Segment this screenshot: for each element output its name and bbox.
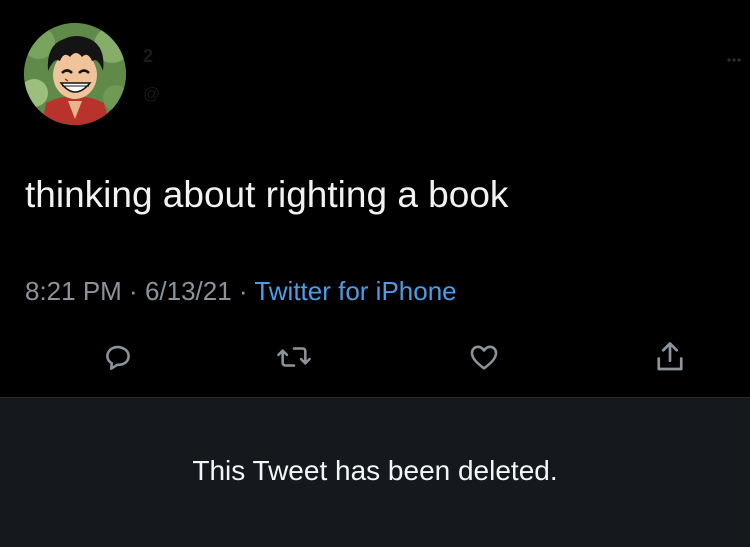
meta-separator: · [121, 276, 145, 306]
ellipsis-icon[interactable] [726, 50, 742, 62]
retweet-icon [277, 347, 311, 367]
avatar-image [24, 23, 126, 125]
tweet-card: 2 @ thinking about righting a book 8:21 … [0, 0, 750, 397]
author-name[interactable]: 2 [143, 46, 403, 66]
heart-icon [470, 345, 498, 370]
tweet-text: thinking about righting a book [25, 174, 509, 215]
meta-separator: · [231, 276, 255, 306]
avatar[interactable] [24, 23, 126, 125]
reply-icon [106, 345, 130, 370]
share-button[interactable] [650, 337, 690, 377]
deleted-tweet-message: This Tweet has been deleted. [192, 455, 558, 486]
tweet-date[interactable]: 6/13/21 [145, 276, 232, 306]
tweet-actions [0, 337, 750, 381]
tweet-meta: 8:21 PM · 6/13/21 · Twitter for iPhone [25, 274, 457, 308]
author-handle[interactable]: @ [143, 84, 443, 104]
tweet-source-link[interactable]: Twitter for iPhone [254, 276, 456, 306]
tweet-time[interactable]: 8:21 PM [25, 276, 122, 306]
retweet-button[interactable] [274, 337, 314, 377]
deleted-tweet-banner: This Tweet has been deleted. [0, 397, 750, 547]
reply-button[interactable] [98, 337, 138, 377]
like-button[interactable] [464, 337, 504, 377]
share-icon [657, 342, 683, 371]
